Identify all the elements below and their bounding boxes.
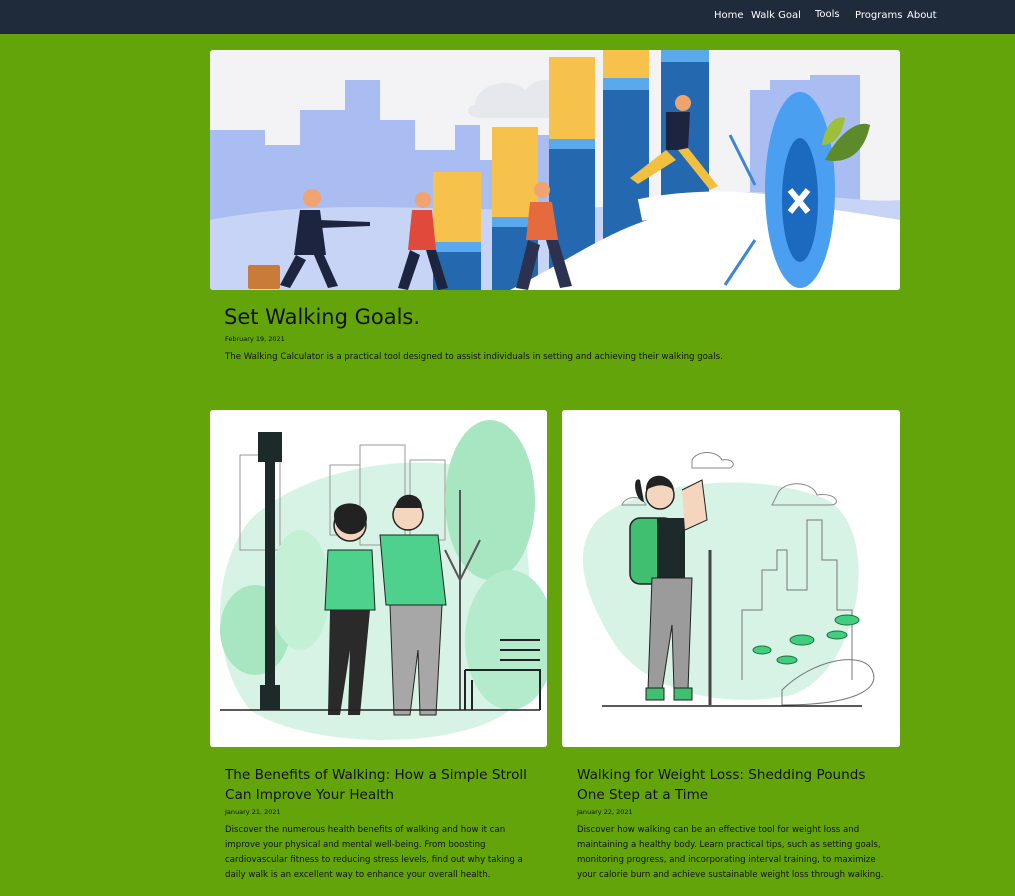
featured-post-date: February 19, 2021: [225, 335, 285, 343]
post-image-walking-weight-loss[interactable]: [562, 410, 900, 747]
post-date-walking-weight-loss: January 22, 2021: [577, 808, 633, 816]
featured-post-title[interactable]: Set Walking Goals.: [224, 305, 420, 329]
nav-programs-link[interactable]: Programs: [855, 10, 902, 21]
featured-post-excerpt: The Walking Calculator is a practical to…: [225, 352, 723, 362]
nav-walk-goal-link[interactable]: Walk Goal: [751, 10, 801, 21]
nav-home-link[interactable]: Home: [714, 10, 744, 21]
goal-race-illustration: [210, 50, 900, 290]
nav-about-link[interactable]: About: [907, 10, 937, 21]
nav-tools-link[interactable]: Tools: [815, 9, 840, 20]
post-title-walking-weight-loss[interactable]: Walking for Weight Loss: Shedding Pounds…: [577, 765, 897, 805]
featured-post-image[interactable]: [210, 50, 900, 290]
post-date-benefits-of-walking: January 21, 2021: [225, 808, 281, 816]
post-title-benefits-of-walking[interactable]: The Benefits of Walking: How a Simple St…: [225, 765, 545, 805]
post-excerpt-walking-weight-loss: Discover how walking can be an effective…: [577, 825, 884, 880]
post-excerpt-benefits-of-walking: Discover the numerous health benefits of…: [225, 825, 523, 880]
hiker-illustration: [562, 410, 900, 747]
post-image-benefits-of-walking[interactable]: [210, 410, 547, 747]
top-navbar: Home Walk Goal Tools Programs About: [0, 0, 1015, 34]
couple-walking-illustration: [210, 410, 547, 747]
